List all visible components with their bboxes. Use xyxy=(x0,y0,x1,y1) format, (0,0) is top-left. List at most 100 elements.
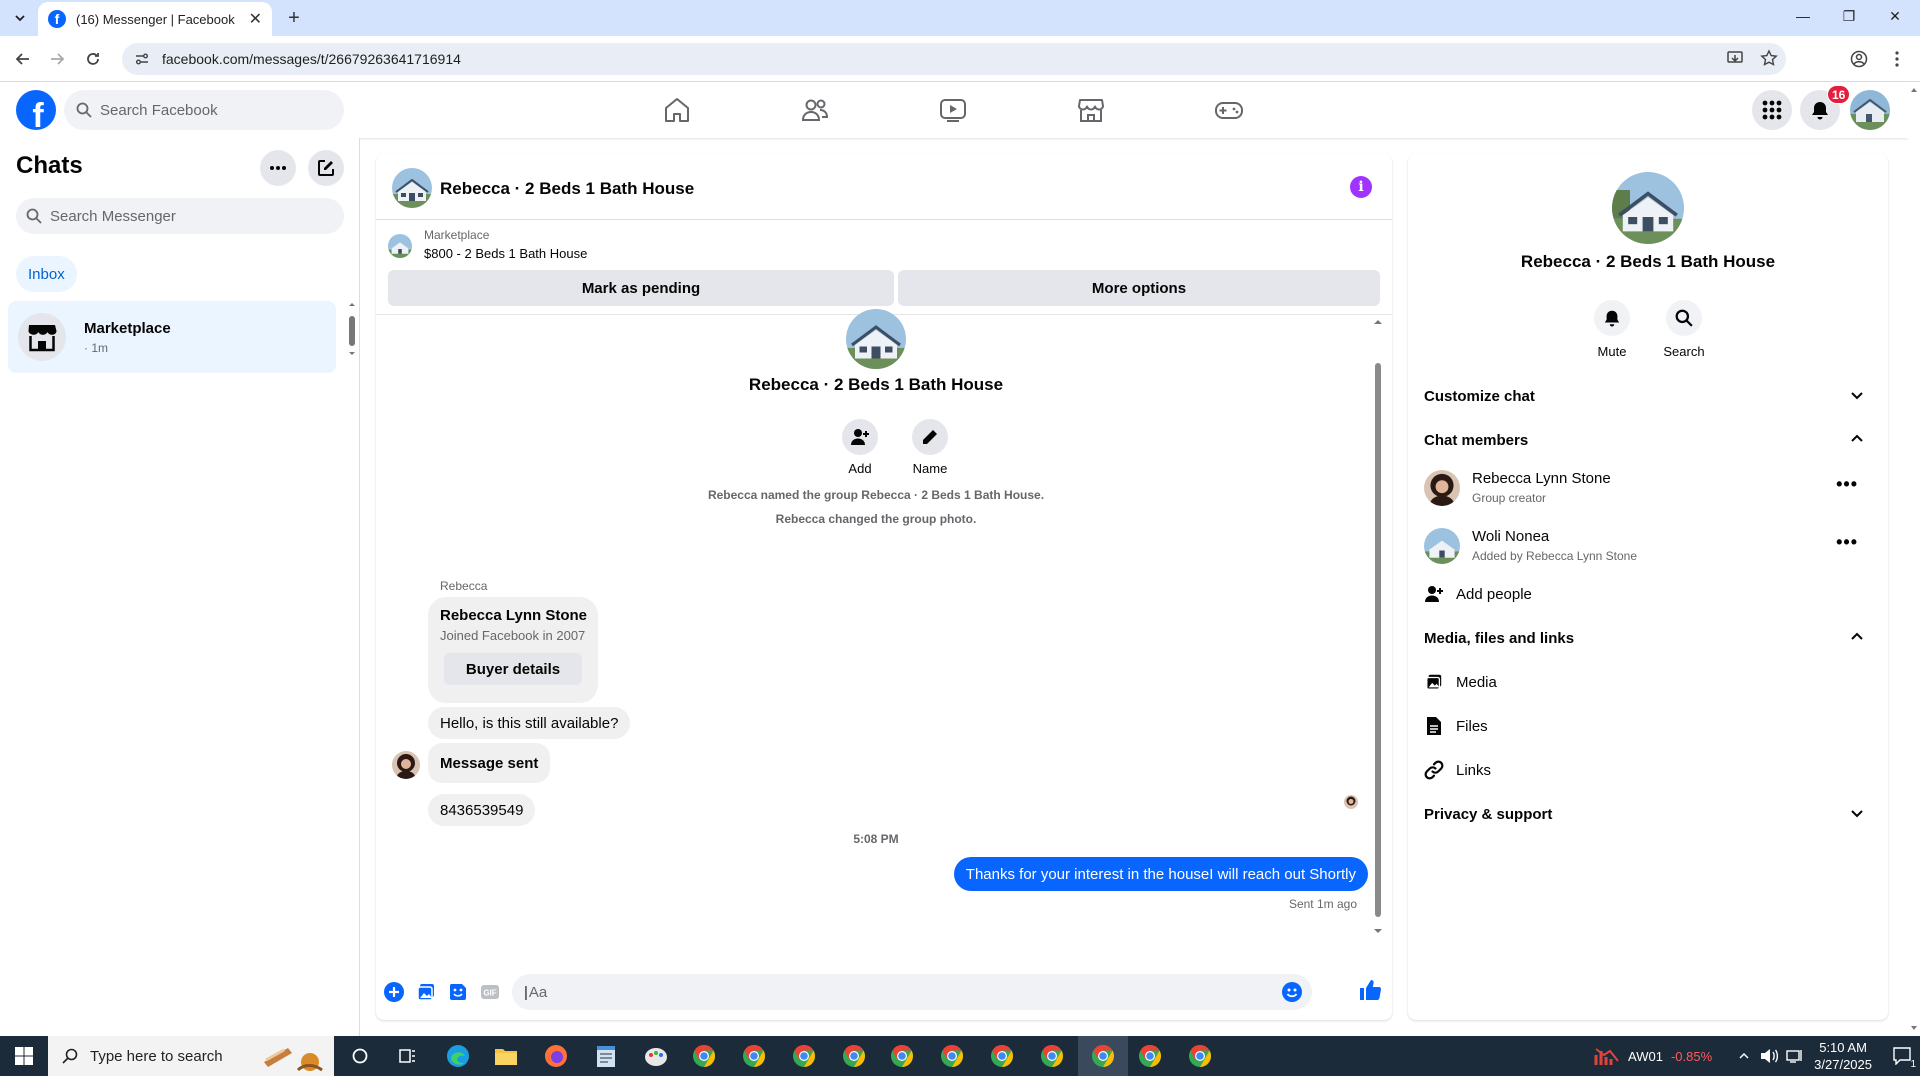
taskbar-app-chrome-1[interactable] xyxy=(690,1042,718,1070)
messenger-search-input[interactable]: Search Messenger xyxy=(16,198,344,234)
inbox-filter-tab[interactable]: Inbox xyxy=(16,256,77,292)
page-scrollbar[interactable] xyxy=(1908,82,1920,1036)
incoming-message[interactable]: 8436539549 xyxy=(428,794,536,826)
taskbar-app-notepad[interactable] xyxy=(592,1042,620,1070)
address-bar[interactable]: facebook.com/messages/t/2667926364171691… xyxy=(122,43,1786,75)
taskbar-app-chrome-4[interactable] xyxy=(840,1042,868,1070)
taskbar-app-paint[interactable] xyxy=(642,1042,670,1070)
friends-icon[interactable] xyxy=(800,96,830,124)
chat-list-item[interactable]: Marketplace · 1m xyxy=(8,301,336,373)
privacy-support-section[interactable]: Privacy & support xyxy=(1424,794,1872,834)
new-tab-button[interactable]: + xyxy=(282,6,306,30)
mute-button[interactable]: Mute xyxy=(1576,300,1648,359)
add-people-button[interactable]: Add people xyxy=(1424,574,1872,614)
taskbar-app-chrome-5[interactable] xyxy=(888,1042,916,1070)
tab-search-button[interactable] xyxy=(8,6,32,30)
taskbar-search-input[interactable]: Type here to search xyxy=(48,1036,334,1076)
search-conversation-button[interactable]: Search xyxy=(1648,300,1720,359)
browser-menu-button[interactable] xyxy=(1884,46,1910,72)
group-avatar[interactable] xyxy=(846,309,906,369)
files-button[interactable]: Files xyxy=(1424,706,1872,746)
back-button[interactable] xyxy=(10,46,36,72)
taskbar-app-firefox[interactable] xyxy=(542,1042,570,1070)
mark-as-pending-button[interactable]: Mark as pending xyxy=(388,270,894,306)
chat-members-section[interactable]: Chat members xyxy=(1424,420,1872,460)
member-options-icon[interactable]: ••• xyxy=(1836,474,1858,495)
taskbar-app-chrome-active[interactable] xyxy=(1078,1036,1128,1076)
media-files-links-section[interactable]: Media, files and links xyxy=(1424,618,1872,658)
info-icon[interactable]: i xyxy=(1350,176,1372,198)
details-avatar[interactable] xyxy=(1612,172,1684,244)
account-avatar[interactable] xyxy=(1850,90,1890,130)
thumbs-up-icon[interactable] xyxy=(1358,978,1382,1002)
plus-circle-icon[interactable] xyxy=(384,982,404,1002)
taskbar-app-edge[interactable] xyxy=(444,1042,472,1070)
more-options-button[interactable]: More options xyxy=(898,270,1380,306)
thread-scrollbar[interactable] xyxy=(1372,315,1384,961)
photo-icon[interactable] xyxy=(416,982,436,1002)
chats-options-button[interactable] xyxy=(260,150,296,186)
task-view-button[interactable] xyxy=(394,1042,422,1070)
sticker-icon[interactable] xyxy=(448,982,468,1002)
member-row[interactable]: Woli Nonea Added by Rebecca Lynn Stone •… xyxy=(1424,522,1872,574)
buyer-details-button[interactable]: Buyer details xyxy=(444,653,582,685)
stock-ticker[interactable]: AW01 xyxy=(1628,1049,1663,1064)
taskbar-app-chrome-2[interactable] xyxy=(740,1042,768,1070)
outgoing-message[interactable]: Thanks for your interest in the houseI w… xyxy=(953,857,1368,891)
taskbar-app-chrome-3[interactable] xyxy=(790,1042,818,1070)
links-button[interactable]: Links xyxy=(1424,750,1872,790)
member-options-icon[interactable]: ••• xyxy=(1836,532,1858,553)
browser-tab[interactable]: f (16) Messenger | Facebook ✕ xyxy=(38,2,272,36)
close-tab-icon[interactable]: ✕ xyxy=(249,9,262,29)
facebook-logo-icon[interactable]: f xyxy=(16,90,56,130)
member-avatar xyxy=(1424,528,1460,564)
taskbar-app-chrome-6[interactable] xyxy=(938,1042,966,1070)
reload-button[interactable] xyxy=(80,46,106,72)
listing-title[interactable]: $800 - 2 Beds 1 Bath House xyxy=(424,246,587,261)
network-icon[interactable] xyxy=(1786,1048,1804,1064)
taskbar-app-chrome-9[interactable] xyxy=(1136,1042,1164,1070)
taskbar-app-chrome-10[interactable] xyxy=(1186,1042,1214,1070)
bookmark-star-icon[interactable] xyxy=(1760,49,1778,67)
sender-avatar[interactable] xyxy=(392,751,420,779)
media-button[interactable]: Media xyxy=(1424,662,1872,702)
home-icon[interactable] xyxy=(662,96,692,124)
new-message-button[interactable] xyxy=(308,150,344,186)
site-info-icon[interactable] xyxy=(134,51,150,67)
install-app-icon[interactable] xyxy=(1726,49,1744,67)
facebook-header: f Search Facebook 16 xyxy=(0,82,1908,138)
close-window-button[interactable]: ✕ xyxy=(1872,0,1918,32)
video-icon[interactable] xyxy=(938,96,968,124)
marketplace-icon[interactable] xyxy=(1076,96,1106,124)
member-avatar xyxy=(1424,470,1460,506)
taskbar-app-chrome-8[interactable] xyxy=(1038,1042,1066,1070)
gif-icon[interactable]: GIF xyxy=(480,982,500,1002)
restore-button[interactable]: ❐ xyxy=(1826,0,1872,32)
listing-thumbnail[interactable] xyxy=(388,234,412,258)
emoji-icon[interactable] xyxy=(1282,982,1302,1002)
name-group-button[interactable]: Name xyxy=(890,419,970,476)
facebook-search-input[interactable]: Search Facebook xyxy=(64,90,344,130)
incoming-message[interactable]: Hello, is this still available? xyxy=(428,707,631,739)
taskbar-app-chrome-7[interactable] xyxy=(988,1042,1016,1070)
customize-chat-section[interactable]: Customize chat xyxy=(1424,376,1872,416)
cortana-button[interactable] xyxy=(346,1042,374,1070)
start-button[interactable] xyxy=(0,1036,48,1076)
conversation-title[interactable]: Rebecca · 2 Beds 1 Bath House xyxy=(440,179,694,199)
message-input[interactable]: | Aa xyxy=(512,974,1312,1010)
clock[interactable]: 5:10 AM 3/27/2025 xyxy=(1814,1039,1872,1073)
minimize-button[interactable]: — xyxy=(1780,0,1826,32)
sidebar-scrollbar[interactable] xyxy=(348,301,356,357)
menu-button[interactable] xyxy=(1752,90,1792,130)
add-member-button[interactable]: Add xyxy=(820,419,900,476)
profile-button[interactable] xyxy=(1846,46,1872,72)
speaker-icon[interactable] xyxy=(1760,1048,1779,1064)
taskbar-app-explorer[interactable] xyxy=(492,1042,520,1070)
member-row[interactable]: Rebecca Lynn Stone Group creator ••• xyxy=(1424,464,1872,516)
chevron-up-icon[interactable] xyxy=(1738,1050,1750,1062)
incoming-message[interactable]: Message sent xyxy=(428,743,551,783)
forward-button[interactable] xyxy=(44,46,70,72)
gaming-icon[interactable] xyxy=(1214,96,1244,124)
conversation-avatar[interactable] xyxy=(392,168,432,208)
action-center-button[interactable]: 1 xyxy=(1884,1036,1920,1076)
